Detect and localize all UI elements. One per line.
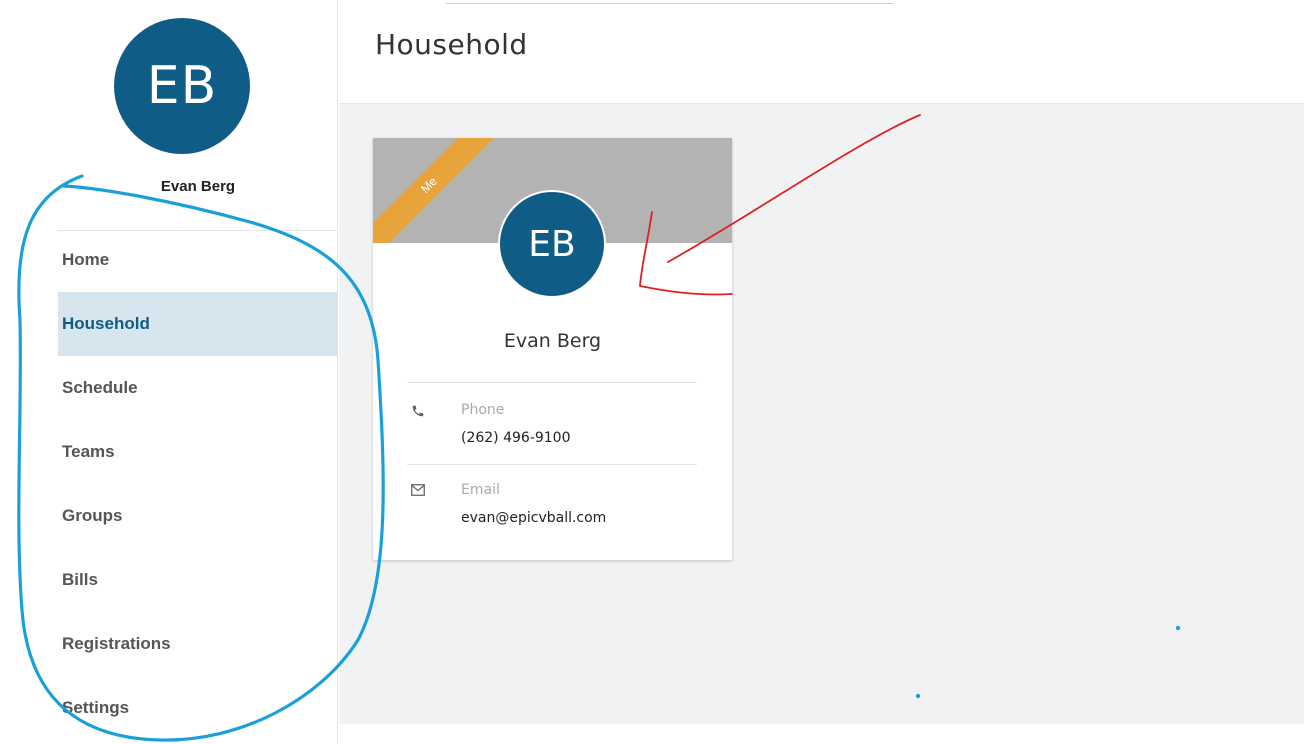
search-input[interactable]: [446, 0, 894, 4]
sidebar-item-settings[interactable]: Settings: [58, 676, 337, 740]
user-name: Evan Berg: [160, 178, 236, 195]
member-card[interactable]: Me EB Evan Berg Phone (262) 496-9100 Ema…: [373, 138, 732, 560]
member-avatar: EB: [498, 190, 606, 298]
sidebar-item-bills[interactable]: Bills: [58, 548, 337, 612]
page-title: Household: [375, 28, 528, 61]
envelope-icon: [411, 484, 427, 500]
sidebar-item-home[interactable]: Home: [58, 228, 337, 292]
sidebar-item-registrations[interactable]: Registrations: [58, 612, 337, 676]
phone-value[interactable]: (262) 496-9100: [461, 430, 571, 446]
card-divider: [407, 382, 697, 383]
member-name: Evan Berg: [503, 330, 602, 352]
sidebar-item-groups[interactable]: Groups: [58, 484, 337, 548]
me-ribbon: Me: [373, 138, 509, 243]
card-divider: [407, 464, 697, 465]
email-value[interactable]: evan@epicvball.com: [461, 510, 606, 526]
sidebar-item-household[interactable]: Household: [58, 292, 337, 356]
user-avatar-initials: EB: [146, 56, 218, 116]
email-label: Email: [461, 482, 500, 498]
sidebar: EB Evan Berg Home Household Schedule Tea…: [0, 0, 338, 744]
user-avatar[interactable]: EB: [114, 18, 250, 154]
sidebar-nav: Home Household Schedule Teams Groups Bil…: [58, 228, 337, 740]
phone-icon: [411, 404, 427, 420]
member-avatar-initials: EB: [528, 223, 576, 265]
phone-label: Phone: [461, 402, 505, 418]
sidebar-item-teams[interactable]: Teams: [58, 420, 337, 484]
page-header: Household: [339, 0, 1304, 104]
sidebar-item-schedule[interactable]: Schedule: [58, 356, 337, 420]
